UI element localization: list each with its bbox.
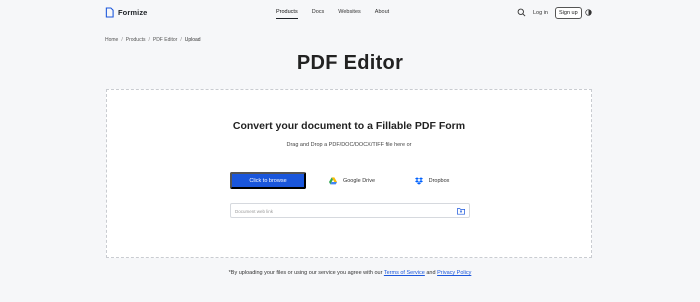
dropbox-button[interactable]: Dropbox: [393, 172, 471, 189]
nav-item-docs[interactable]: Docs: [312, 9, 325, 19]
document-url-field: [230, 203, 470, 218]
search-icon[interactable]: [517, 8, 526, 17]
google-drive-button[interactable]: Google Drive: [313, 172, 391, 189]
folder-upload-icon[interactable]: [457, 207, 465, 215]
terms-of-service-link[interactable]: Terms of Service: [384, 270, 425, 276]
nav-item-websites[interactable]: Websites: [338, 9, 361, 19]
nav-item-about[interactable]: About: [375, 9, 389, 19]
google-drive-icon: [328, 176, 337, 184]
main-nav: Products Docs Websites About: [276, 9, 389, 19]
breadcrumb-separator: /: [121, 37, 123, 43]
document-logo-icon: [105, 7, 114, 18]
brand-logo[interactable]: Formize: [105, 7, 147, 18]
document-url-input[interactable]: [235, 206, 455, 216]
breadcrumb: Home / Products / PDF Editor / Upload: [105, 37, 201, 43]
theme-toggle-icon[interactable]: [585, 9, 592, 16]
brand-name: Formize: [118, 8, 148, 17]
nav-item-products[interactable]: Products: [276, 9, 298, 19]
dropbox-icon: [414, 176, 423, 185]
signup-button[interactable]: Sign up: [555, 7, 582, 19]
breadcrumb-separator: /: [148, 37, 150, 43]
terms-notice: *By uploading your files or using our se…: [0, 270, 700, 276]
google-drive-label: Google Drive: [342, 177, 376, 184]
breadcrumb-home[interactable]: Home: [105, 37, 118, 43]
breadcrumb-current: Upload: [184, 37, 201, 43]
terms-notice-and: and: [426, 270, 436, 276]
login-link[interactable]: Log in: [533, 10, 548, 16]
page-title: PDF Editor: [296, 52, 404, 74]
dropbox-label: Dropbox: [428, 177, 450, 184]
breadcrumb-products[interactable]: Products: [126, 37, 146, 43]
browse-button[interactable]: Click to browse: [230, 172, 306, 189]
privacy-policy-link[interactable]: Privacy Policy: [437, 270, 471, 276]
breadcrumb-separator: /: [180, 37, 182, 43]
dropzone-heading: Convert your document to a Fillable PDF …: [232, 120, 466, 132]
breadcrumb-pdf-editor[interactable]: PDF Editor: [153, 37, 177, 43]
terms-notice-text: *By uploading your files or using our se…: [228, 270, 383, 276]
top-navigation-bar: Formize Products Docs Websites About Log…: [0, 0, 700, 28]
dropzone-subtext: Drag and Drop a PDF/DOC/DOCX/TIFF file h…: [286, 142, 412, 148]
file-dropzone[interactable]: Convert your document to a Fillable PDF …: [106, 89, 592, 258]
